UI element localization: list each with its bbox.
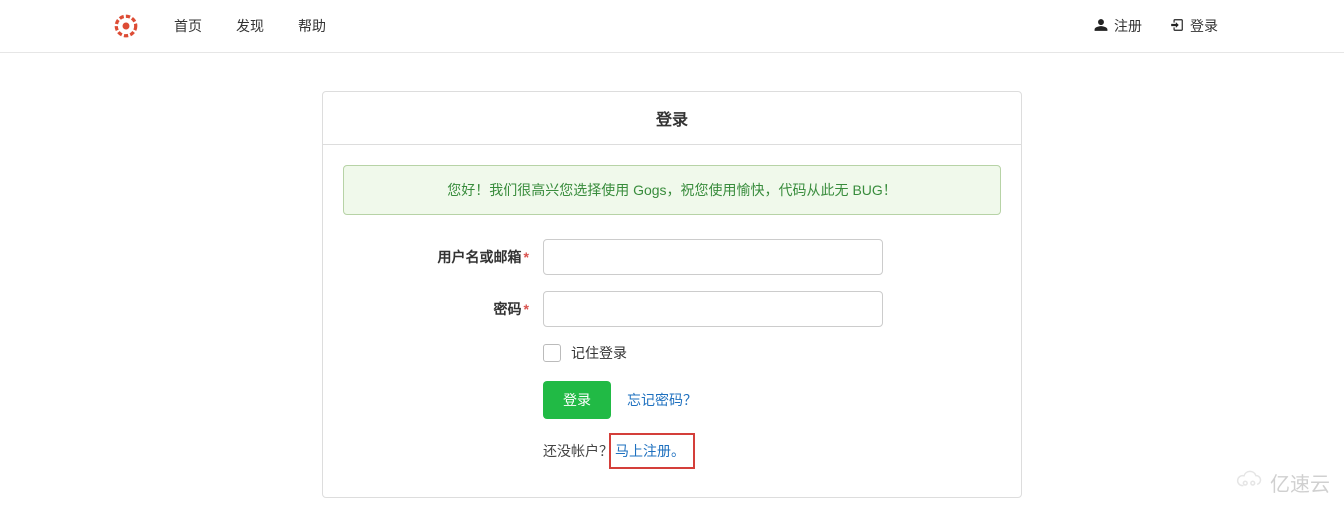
required-marker: * bbox=[524, 301, 529, 317]
nav-left: 首页 发现 帮助 bbox=[112, 0, 340, 52]
login-panel: 登录 您好！我们很高兴您选择使用 Gogs，祝您使用愉快，代码从此无 BUG！ … bbox=[322, 91, 1022, 498]
password-row: 密码* bbox=[343, 291, 1001, 327]
nav-help[interactable]: 帮助 bbox=[284, 0, 340, 52]
panel-title: 登录 bbox=[323, 92, 1021, 145]
main-container: 登录 您好！我们很高兴您选择使用 Gogs，祝您使用愉快，代码从此无 BUG！ … bbox=[322, 91, 1022, 498]
forgot-password-link[interactable]: 忘记密码？ bbox=[627, 390, 697, 410]
actions-row: 登录 忘记密码？ bbox=[343, 381, 1001, 419]
signup-highlight-box: 马上注册。 bbox=[609, 433, 695, 469]
navbar-inner: 首页 发现 帮助 注册 登录 bbox=[92, 0, 1252, 52]
signup-link[interactable]: 马上注册。 bbox=[615, 443, 685, 459]
nav-login-label: 登录 bbox=[1190, 16, 1218, 36]
remember-label: 记住登录 bbox=[571, 343, 627, 363]
password-label-text: 密码 bbox=[494, 301, 522, 317]
username-row: 用户名或邮箱* bbox=[343, 239, 1001, 275]
password-label: 密码* bbox=[343, 299, 543, 319]
watermark-text: 亿速云 bbox=[1270, 468, 1330, 497]
nav-explore[interactable]: 发现 bbox=[222, 0, 278, 52]
login-icon bbox=[1170, 18, 1184, 35]
submit-button[interactable]: 登录 bbox=[543, 381, 611, 419]
password-input[interactable] bbox=[543, 291, 883, 327]
cloud-icon bbox=[1234, 470, 1264, 496]
nav-home[interactable]: 首页 bbox=[160, 0, 216, 52]
user-icon bbox=[1094, 18, 1108, 35]
top-navbar: 首页 发现 帮助 注册 登录 bbox=[0, 0, 1344, 53]
nav-register-label: 注册 bbox=[1114, 16, 1142, 36]
panel-body: 您好！我们很高兴您选择使用 Gogs，祝您使用愉快，代码从此无 BUG！ 用户名… bbox=[323, 145, 1021, 497]
watermark: 亿速云 bbox=[1234, 468, 1330, 497]
username-input[interactable] bbox=[543, 239, 883, 275]
nav-login[interactable]: 登录 bbox=[1156, 0, 1232, 52]
username-label: 用户名或邮箱* bbox=[343, 247, 543, 267]
nav-register[interactable]: 注册 bbox=[1080, 0, 1156, 52]
remember-row: 记住登录 bbox=[343, 343, 1001, 363]
welcome-alert: 您好！我们很高兴您选择使用 Gogs，祝您使用愉快，代码从此无 BUG！ bbox=[343, 165, 1001, 215]
required-marker: * bbox=[524, 249, 529, 265]
gogs-logo-icon[interactable] bbox=[112, 12, 140, 40]
no-account-text: 还没帐户？ bbox=[543, 441, 613, 461]
nav-right: 注册 登录 bbox=[1080, 0, 1232, 52]
remember-checkbox[interactable] bbox=[543, 344, 561, 362]
username-label-text: 用户名或邮箱 bbox=[438, 249, 522, 265]
signup-row: 还没帐户？ 马上注册。 bbox=[343, 433, 1001, 469]
